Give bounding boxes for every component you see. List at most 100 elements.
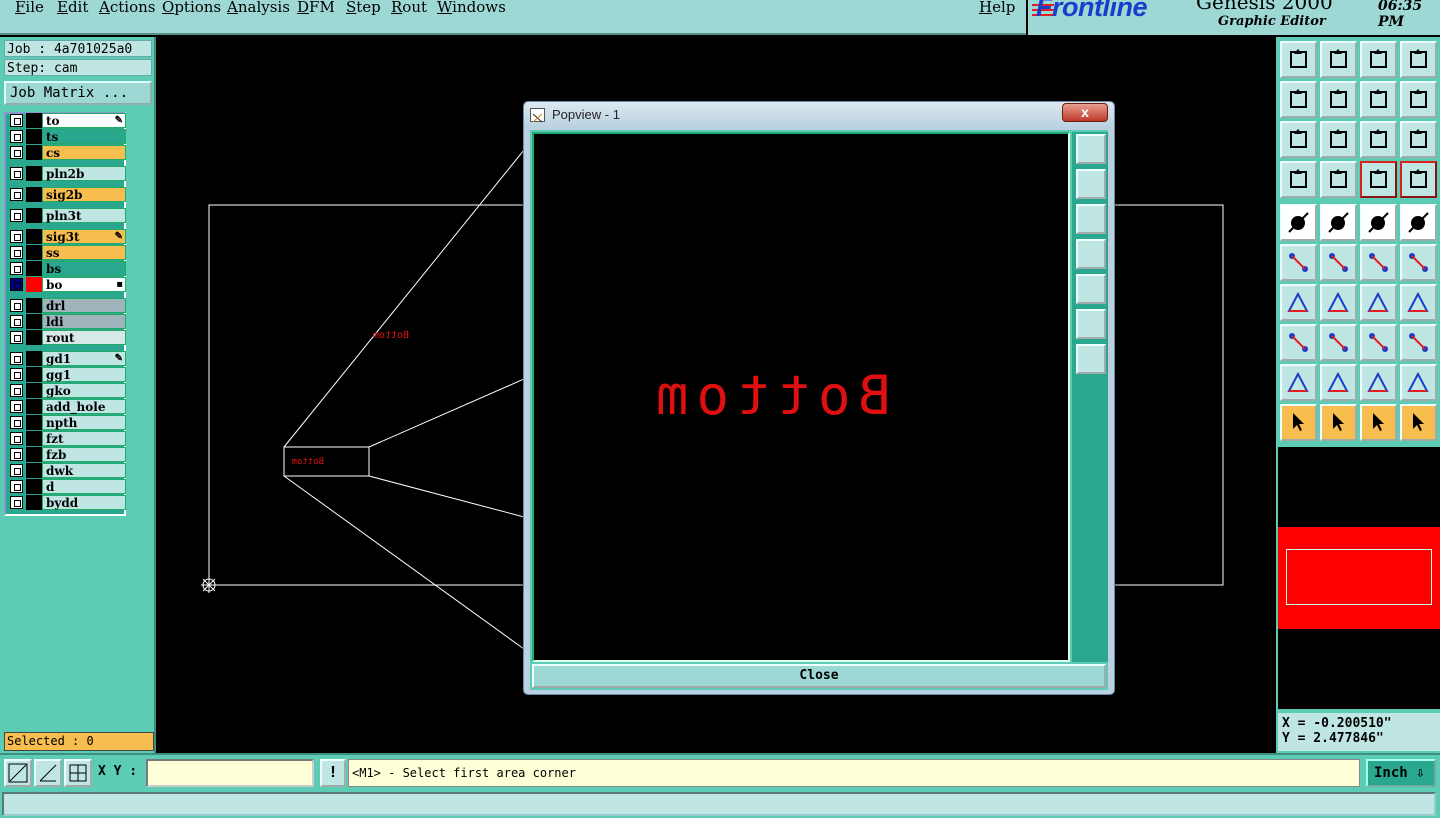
layer-color-swatch[interactable] [26,229,42,244]
layer-row-sig2b[interactable]: sig2b [8,187,126,202]
ruler-icon[interactable] [1360,204,1397,241]
layer-row-gd1[interactable]: gd1 ✎ [8,351,126,366]
layer-row-sig3t[interactable]: sig3t ✎ [8,229,126,244]
units-selector[interactable]: Inch ⇩ [1366,759,1436,787]
layer-row-cs[interactable]: cs [8,145,126,160]
layer-checkbox[interactable] [10,400,23,413]
layer-color-swatch[interactable] [26,277,42,292]
layer-checkbox[interactable] [10,188,23,201]
triangle-b-icon[interactable] [1320,364,1357,401]
snap-diagonal-icon[interactable] [4,759,32,787]
layer-name[interactable]: sig3t ✎ [42,229,126,244]
layer-name[interactable]: bydd [42,495,126,510]
menu-help[interactable]: Help [979,0,1015,16]
layer-name[interactable]: pln3t [42,208,126,223]
pan-down-icon[interactable] [1320,41,1357,78]
popview-close-icon[interactable]: x [1062,103,1108,122]
layer-color-swatch[interactable] [26,298,42,313]
layer-checkbox[interactable] [10,246,23,259]
route-icon[interactable] [1400,404,1437,441]
menu-dfm[interactable]: DFM [297,0,335,16]
layer-color-swatch[interactable] [26,479,42,494]
layer-checkbox[interactable] [10,331,23,344]
layer-color-swatch[interactable] [26,129,42,144]
layer-color-swatch[interactable] [26,145,42,160]
feature-control-icon[interactable] [1400,161,1437,198]
layer-checkbox[interactable] [10,464,23,477]
layer-row-npth[interactable]: npth [8,415,126,430]
layer-checkbox[interactable] [10,130,23,143]
layer-row-bs[interactable]: bs [8,261,126,276]
layer-checkbox[interactable] [10,352,23,365]
help-icon[interactable] [1400,121,1437,158]
layer-name[interactable]: to ✎ [42,113,126,128]
layer-color-swatch[interactable] [26,447,42,462]
layer-name[interactable]: pln2b [42,166,126,181]
layer-name[interactable]: gg1 [42,367,126,382]
layer-name[interactable]: gd1 ✎ [42,351,126,366]
menu-step[interactable]: Step [346,0,381,16]
menu-rout[interactable]: Rout [391,0,427,16]
layer-color-swatch[interactable] [26,208,42,223]
connect-icon[interactable] [1280,244,1317,281]
measure-settings-icon[interactable] [1280,161,1317,198]
pan-right-icon[interactable] [1320,81,1357,118]
layer-checkbox[interactable] [10,209,23,222]
popview-zoom-out-icon[interactable] [1076,344,1106,374]
select-pointer-icon[interactable] [1280,404,1317,441]
layer-row-rout[interactable]: rout [8,330,126,345]
layer-row-bydd[interactable]: bydd [8,495,126,510]
layer-color-swatch[interactable] [26,367,42,382]
popview-fit-icon[interactable] [1076,134,1106,164]
layer-row-pln2b[interactable]: pln2b [8,166,126,181]
layer-color-swatch[interactable] [26,463,42,478]
layer-checkbox[interactable] [10,480,23,493]
layer-color-swatch[interactable] [26,351,42,366]
warning-icon[interactable]: ! [320,759,346,787]
copy-icon[interactable] [1400,244,1437,281]
menu-windows[interactable]: Windows [437,0,506,16]
layer-name[interactable]: add_hole [42,399,126,414]
resize-icon[interactable] [1360,324,1397,361]
job-matrix-button[interactable]: Job Matrix ... [4,81,152,105]
layer-color-swatch[interactable] [26,415,42,430]
layer-color-swatch[interactable] [26,383,42,398]
layer-checkbox[interactable] [10,448,23,461]
layer-checkbox[interactable] [10,230,23,243]
layer-name[interactable]: sig2b [42,187,126,202]
triangle-a-icon[interactable] [1280,364,1317,401]
layer-row-pln3t[interactable]: pln3t [8,208,126,223]
xy-input[interactable] [146,759,314,787]
arc-icon[interactable] [1360,284,1397,321]
mirror-icon[interactable] [1400,284,1437,321]
layer-color-swatch[interactable] [26,399,42,414]
layer-name[interactable]: ts [42,129,126,144]
layer-row-to[interactable]: to ✎ [8,113,126,128]
popview-pan-left-icon[interactable] [1076,239,1106,269]
menu-options[interactable]: Options [162,0,221,16]
layer-row-fzt[interactable]: fzt [8,431,126,446]
layer-color-swatch[interactable] [26,314,42,329]
layer-color-swatch[interactable] [26,330,42,345]
select-circle-icon[interactable] [1360,404,1397,441]
split-icon[interactable] [1320,324,1357,361]
menu-file[interactable]: File [15,0,44,16]
layer-name[interactable]: bo ▪ [42,277,126,292]
draw-line-icon[interactable] [1320,204,1357,241]
select-box-icon[interactable] [1320,404,1357,441]
layer-row-d[interactable]: d [8,479,126,494]
triangle-d-icon[interactable] [1400,364,1437,401]
delete-icon[interactable] [1320,244,1357,281]
layer-name[interactable]: fzt [42,431,126,446]
menu-edit[interactable]: Edit [57,0,88,16]
zoom-center-icon[interactable] [1320,121,1357,158]
popview-zoom-in-icon[interactable] [1076,309,1106,339]
layer-name[interactable]: dwk [42,463,126,478]
layer-checkbox[interactable] [10,315,23,328]
menu-analysis[interactable]: Analysis [227,0,290,16]
popview-titlebar[interactable]: Popview - 1 x [524,102,1114,128]
popview-pan-up-icon[interactable] [1076,169,1106,199]
layer-checkbox[interactable] [10,496,23,509]
layer-checkbox[interactable] [10,278,23,291]
layer-checkbox[interactable] [10,262,23,275]
